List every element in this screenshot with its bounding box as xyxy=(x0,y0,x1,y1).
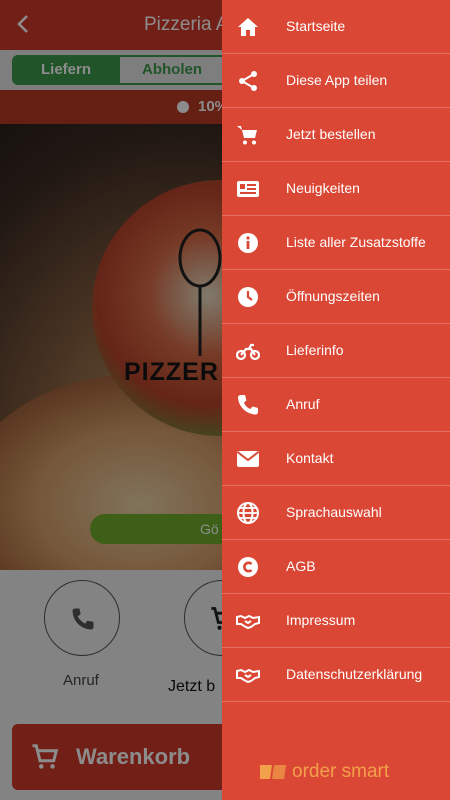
menu-item-privacy[interactable]: Datenschutzerklärung xyxy=(222,648,450,702)
menu-item-label: Kontakt xyxy=(286,450,334,466)
home-icon xyxy=(238,18,258,36)
menu-item-share[interactable]: Diese App teilen xyxy=(222,54,450,108)
menu-item-label: AGB xyxy=(286,558,316,574)
motorcycle-icon xyxy=(236,343,260,361)
menu-item-call[interactable]: Anruf xyxy=(222,378,450,432)
share-icon xyxy=(239,71,257,91)
menu-item-label: Jetzt bestellen xyxy=(286,126,376,142)
news-icon xyxy=(237,181,259,197)
handshake-icon xyxy=(236,668,260,684)
menu-item-label: Liste aller Zusatzstoffe xyxy=(286,234,426,250)
brand-wordmark: order smart xyxy=(292,761,390,782)
mail-icon xyxy=(236,451,260,467)
menu-item-label: Anruf xyxy=(286,396,320,412)
cart-icon xyxy=(237,126,257,145)
menu-item-news[interactable]: Neuigkeiten xyxy=(222,162,450,216)
menu-item-terms[interactable]: AGB xyxy=(222,540,450,594)
order-smart-logo-icon xyxy=(260,765,286,779)
menu-item-label: Startseite xyxy=(286,18,346,34)
menu-item-label: Impressum xyxy=(286,612,356,628)
menu-item-home[interactable]: Startseite xyxy=(222,0,450,54)
menu-item-label: Diese App teilen xyxy=(286,72,388,88)
menu-item-imprint[interactable]: Impressum xyxy=(222,594,450,648)
phone-icon xyxy=(238,395,258,415)
globe-icon xyxy=(237,502,259,524)
menu-item-label: Datenschutzerklärung xyxy=(286,666,423,682)
navigation-drawer: Startseite Diese App teilen Jetzt bestel… xyxy=(222,0,450,800)
menu-item-additives[interactable]: Liste aller Zusatzstoffe xyxy=(222,216,450,270)
menu-item-delivery-info[interactable]: Lieferinfo xyxy=(222,324,450,378)
menu-item-label: Sprachauswahl xyxy=(286,504,382,520)
copyright-icon xyxy=(238,557,258,577)
menu-item-language[interactable]: Sprachauswahl xyxy=(222,486,450,540)
clock-icon xyxy=(238,287,258,307)
handshake-icon xyxy=(236,614,260,630)
info-icon xyxy=(238,233,258,253)
menu-item-order-now[interactable]: Jetzt bestellen xyxy=(222,108,450,162)
brand-footer: order smart xyxy=(258,760,438,786)
menu-item-contact[interactable]: Kontakt xyxy=(222,432,450,486)
menu-item-label: Öffnungszeiten xyxy=(286,288,380,304)
menu-item-opening-hours[interactable]: Öffnungszeiten xyxy=(222,270,450,324)
menu-item-label: Neuigkeiten xyxy=(286,180,360,196)
menu-item-label: Lieferinfo xyxy=(286,342,344,358)
